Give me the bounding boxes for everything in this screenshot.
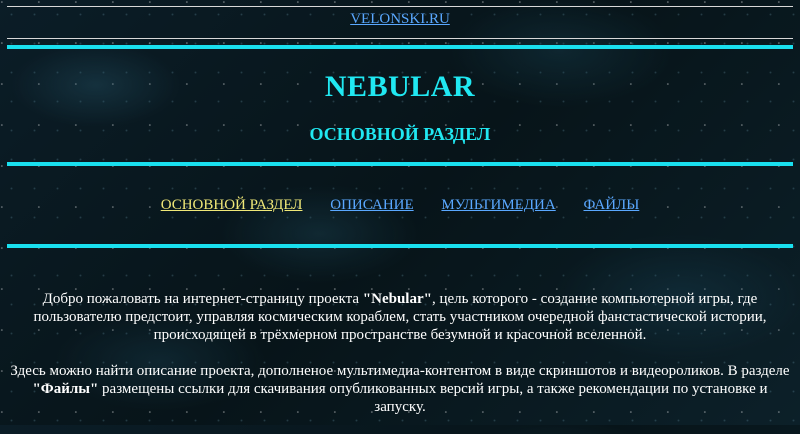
intro-paragraph: Добро пожаловать на интернет-страницу пр… bbox=[33, 291, 767, 343]
top-thin-rule bbox=[7, 6, 793, 7]
main-nav: ОСНОВНОЙ РАЗДЕЛ ОПИСАНИЕ МУЛЬТИМЕДИА ФАЙ… bbox=[0, 197, 800, 214]
main-content: Добро пожаловать на интернет-страницу пр… bbox=[10, 290, 790, 434]
nav-item-multimedia[interactable]: МУЛЬТИМЕДИА bbox=[441, 197, 555, 213]
nav-item-main[interactable]: ОСНОВНОЙ РАЗДЕЛ bbox=[161, 197, 303, 213]
nav-item-files[interactable]: ФАЙЛЫ bbox=[583, 197, 639, 213]
files-paragraph: Здесь можно найти описание проекта, допо… bbox=[10, 363, 790, 415]
site-home-link[interactable]: VELONSKI.RU bbox=[0, 11, 800, 28]
files-section-name: "Файлы" bbox=[32, 381, 99, 397]
header-divider-bottom bbox=[7, 162, 793, 166]
site-title: NEBULAR bbox=[324, 70, 476, 103]
project-name: "Nebular" bbox=[362, 291, 432, 307]
top-link-bottom-rule bbox=[7, 38, 793, 39]
nav-divider bbox=[7, 244, 793, 248]
header-divider-top bbox=[7, 45, 793, 49]
nav-item-description[interactable]: ОПИСАНИЕ bbox=[330, 197, 413, 213]
section-title: ОСНОВНОЙ РАЗДЕЛ bbox=[309, 124, 491, 144]
